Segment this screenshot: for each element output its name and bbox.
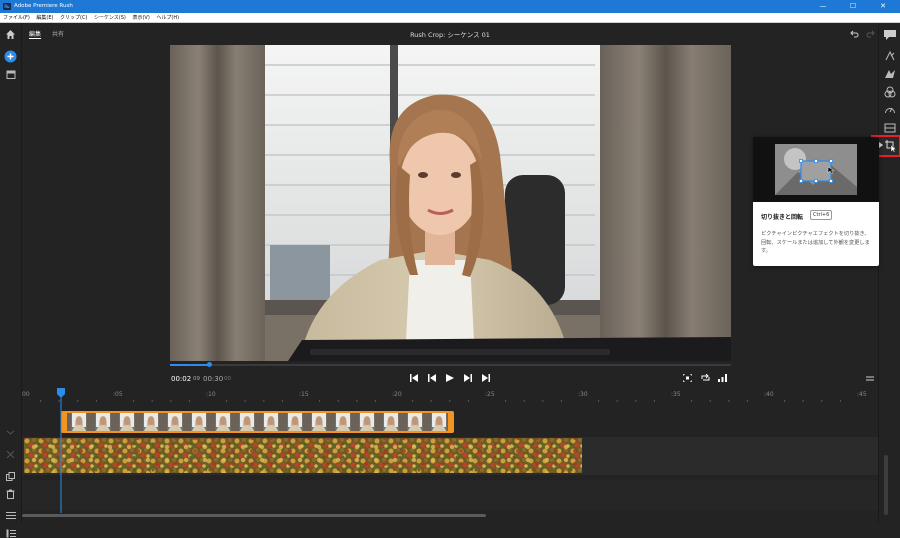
tooltip-description: ピクチャインピクチャエフェクトを切り抜き、回転、スケールまたは追加して外観を変更… bbox=[761, 231, 870, 254]
speed-icon[interactable] bbox=[884, 104, 896, 116]
home-icon[interactable] bbox=[5, 29, 16, 40]
ruler-label: :05 bbox=[113, 391, 123, 398]
clip-thumbnails bbox=[67, 413, 448, 431]
menu-file[interactable]: ファイル(F) bbox=[3, 15, 30, 21]
total-time: 00:30 bbox=[203, 375, 224, 383]
scissors-icon[interactable] bbox=[6, 450, 15, 459]
total-frames: 00 bbox=[224, 376, 231, 382]
left-toolbar bbox=[0, 23, 22, 538]
media-bin-icon[interactable] bbox=[6, 70, 16, 79]
leaves-texture bbox=[24, 438, 582, 473]
tracks-icon[interactable] bbox=[6, 511, 16, 520]
current-frames: 09 bbox=[193, 376, 200, 382]
step-forward-icon[interactable] bbox=[464, 374, 472, 382]
go-to-start-icon[interactable] bbox=[410, 374, 418, 382]
ruler-label: 00 bbox=[22, 391, 30, 398]
preview-illustration bbox=[753, 137, 879, 202]
audio-icon[interactable] bbox=[884, 122, 896, 134]
titles-icon[interactable] bbox=[884, 50, 896, 62]
timeline-playhead[interactable] bbox=[56, 388, 66, 513]
menu-edit[interactable]: 編集(E) bbox=[36, 15, 53, 21]
transitions-icon[interactable] bbox=[884, 68, 896, 80]
header: 編集 共有 Rush Crop: シーケンス 01 bbox=[22, 23, 878, 45]
ruler-ticks bbox=[40, 400, 841, 402]
playback-progress[interactable] bbox=[170, 362, 731, 367]
crop-rotate-icon[interactable] bbox=[885, 140, 896, 152]
redo-icon[interactable] bbox=[866, 29, 875, 38]
timeline-ruler[interactable]: 00 :05 :10 :15 :20 :25 :30 :35 :40 :45 bbox=[22, 385, 878, 403]
ruler-label: :20 bbox=[392, 391, 402, 398]
crop-rotate-tooltip: 切り抜きと回転 Ctrl+6 ピクチャインピクチャエフェクトを切り抜き、回転、ス… bbox=[753, 137, 879, 266]
current-time: 00:02 bbox=[171, 375, 192, 383]
timeline-menu-icon[interactable] bbox=[866, 376, 874, 381]
ruler-label: :30 bbox=[578, 391, 588, 398]
maximize-button[interactable]: ☐ bbox=[838, 0, 868, 13]
step-back-icon[interactable] bbox=[428, 374, 436, 382]
undo-icon[interactable] bbox=[850, 29, 859, 38]
project-title: Rush Crop: シーケンス 01 bbox=[410, 31, 490, 39]
collapse-icon[interactable] bbox=[6, 430, 15, 438]
video-frame bbox=[170, 45, 731, 361]
menu-sequence[interactable]: シーケンス(S) bbox=[94, 15, 126, 21]
menu-view[interactable]: 表示(V) bbox=[132, 15, 149, 21]
fit-frame-icon[interactable] bbox=[683, 374, 692, 382]
add-media-icon[interactable] bbox=[4, 50, 17, 63]
ruler-label: :40 bbox=[764, 391, 774, 398]
tooltip-shortcut: Ctrl+6 bbox=[810, 210, 833, 220]
ruler-label: :35 bbox=[671, 391, 681, 398]
duplicate-icon[interactable] bbox=[6, 472, 15, 481]
loop-icon[interactable] bbox=[701, 374, 710, 382]
track-list-icon[interactable] bbox=[6, 529, 16, 538]
ruler-label: :25 bbox=[485, 391, 495, 398]
progress-handle[interactable] bbox=[206, 362, 212, 367]
comment-icon[interactable] bbox=[883, 29, 897, 41]
menu-bar: ファイル(F) 編集(E) クリップ(C) シーケンス(S) 表示(V) ヘルプ… bbox=[0, 13, 900, 23]
go-to-end-icon[interactable] bbox=[482, 374, 490, 382]
fullscreen-icon[interactable] bbox=[718, 374, 727, 382]
app-logo-icon: Ru bbox=[3, 3, 11, 10]
minimize-button[interactable]: — bbox=[808, 0, 838, 13]
close-button[interactable]: ✕ bbox=[868, 0, 898, 13]
caret-right-icon bbox=[879, 142, 883, 148]
menu-help[interactable]: ヘルプ(H) bbox=[156, 15, 179, 21]
timeline-vertical-scrollbar[interactable] bbox=[884, 455, 888, 515]
title-bar: Ru Adobe Premiere Rush — ☐ ✕ bbox=[0, 0, 900, 13]
play-icon[interactable] bbox=[446, 374, 454, 382]
window-title: Adobe Premiere Rush bbox=[14, 3, 73, 9]
right-toolbar bbox=[871, 23, 900, 523]
delete-icon[interactable] bbox=[6, 489, 15, 499]
timeline-horizontal-scrollbar[interactable] bbox=[22, 514, 486, 517]
ruler-label: :15 bbox=[299, 391, 309, 398]
video-preview[interactable] bbox=[170, 45, 731, 361]
menu-clip[interactable]: クリップ(C) bbox=[60, 15, 87, 21]
background-clip[interactable] bbox=[24, 438, 582, 473]
tooltip-title: 切り抜きと回転 bbox=[761, 214, 804, 221]
ruler-label: :10 bbox=[206, 391, 216, 398]
progress-fill bbox=[170, 364, 210, 366]
audio-track-area bbox=[22, 480, 878, 510]
video-clip[interactable] bbox=[61, 411, 454, 433]
tooltip-preview bbox=[753, 137, 879, 202]
ruler-label: :45 bbox=[857, 391, 867, 398]
color-icon[interactable] bbox=[884, 86, 896, 98]
